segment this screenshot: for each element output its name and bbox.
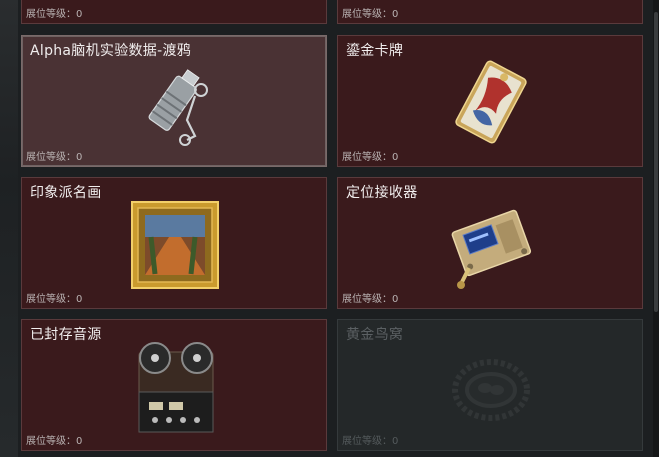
golden-nest-icon: [452, 359, 530, 421]
booth-level-label: 展位等级：0: [342, 9, 399, 20]
exhibit-card[interactable]: 展位等级：0: [21, 0, 327, 24]
exhibit-title: 鎏金卡牌: [346, 43, 404, 59]
booth-level-label: 展位等级：0: [342, 436, 399, 447]
exhibit-card-alpha-data[interactable]: Alpha脑机实验数据-渡鸦 展位等级：0: [21, 35, 327, 167]
booth-level-label: 展位等级：0: [26, 9, 83, 20]
reel-tape-recorder-icon: [138, 342, 214, 433]
exhibit-card-gilded-card[interactable]: 鎏金卡牌 展位等级：0: [337, 35, 643, 167]
exhibit-title: 黄金鸟窝: [346, 327, 404, 343]
booth-level-label: 展位等级：0: [26, 436, 83, 447]
framed-painting-icon: [131, 201, 219, 289]
scrollbar-thumb[interactable]: [654, 12, 658, 312]
booth-level-label: 展位等级：0: [26, 294, 83, 305]
exhibit-card-golden-nest[interactable]: 黄金鸟窝 展位等级：0: [337, 319, 643, 451]
exhibit-card-position-receiver[interactable]: 定位接收器 展位等级：0: [337, 177, 643, 309]
background-strip: [0, 0, 18, 457]
usb-drive-icon: [148, 69, 208, 146]
receiver-device-icon: [451, 209, 532, 289]
booth-level-label: 展位等级：0: [342, 294, 399, 305]
exhibit-card-sealed-audio[interactable]: 已封存音源 展位等级：0: [21, 319, 327, 451]
booth-level-label: 展位等级：0: [342, 152, 399, 163]
exhibit-title: 定位接收器: [346, 185, 418, 201]
booth-level-label: 展位等级：0: [26, 152, 83, 163]
gilded-card-icon: [455, 60, 527, 144]
exhibit-title: 已封存音源: [30, 327, 102, 343]
exhibit-card[interactable]: 展位等级：0: [337, 0, 643, 24]
scrollbar[interactable]: [653, 0, 659, 457]
exhibit-card-impressionist-painting[interactable]: 印象派名画 展位等级：0: [21, 177, 327, 309]
exhibit-title: 印象派名画: [30, 185, 102, 201]
